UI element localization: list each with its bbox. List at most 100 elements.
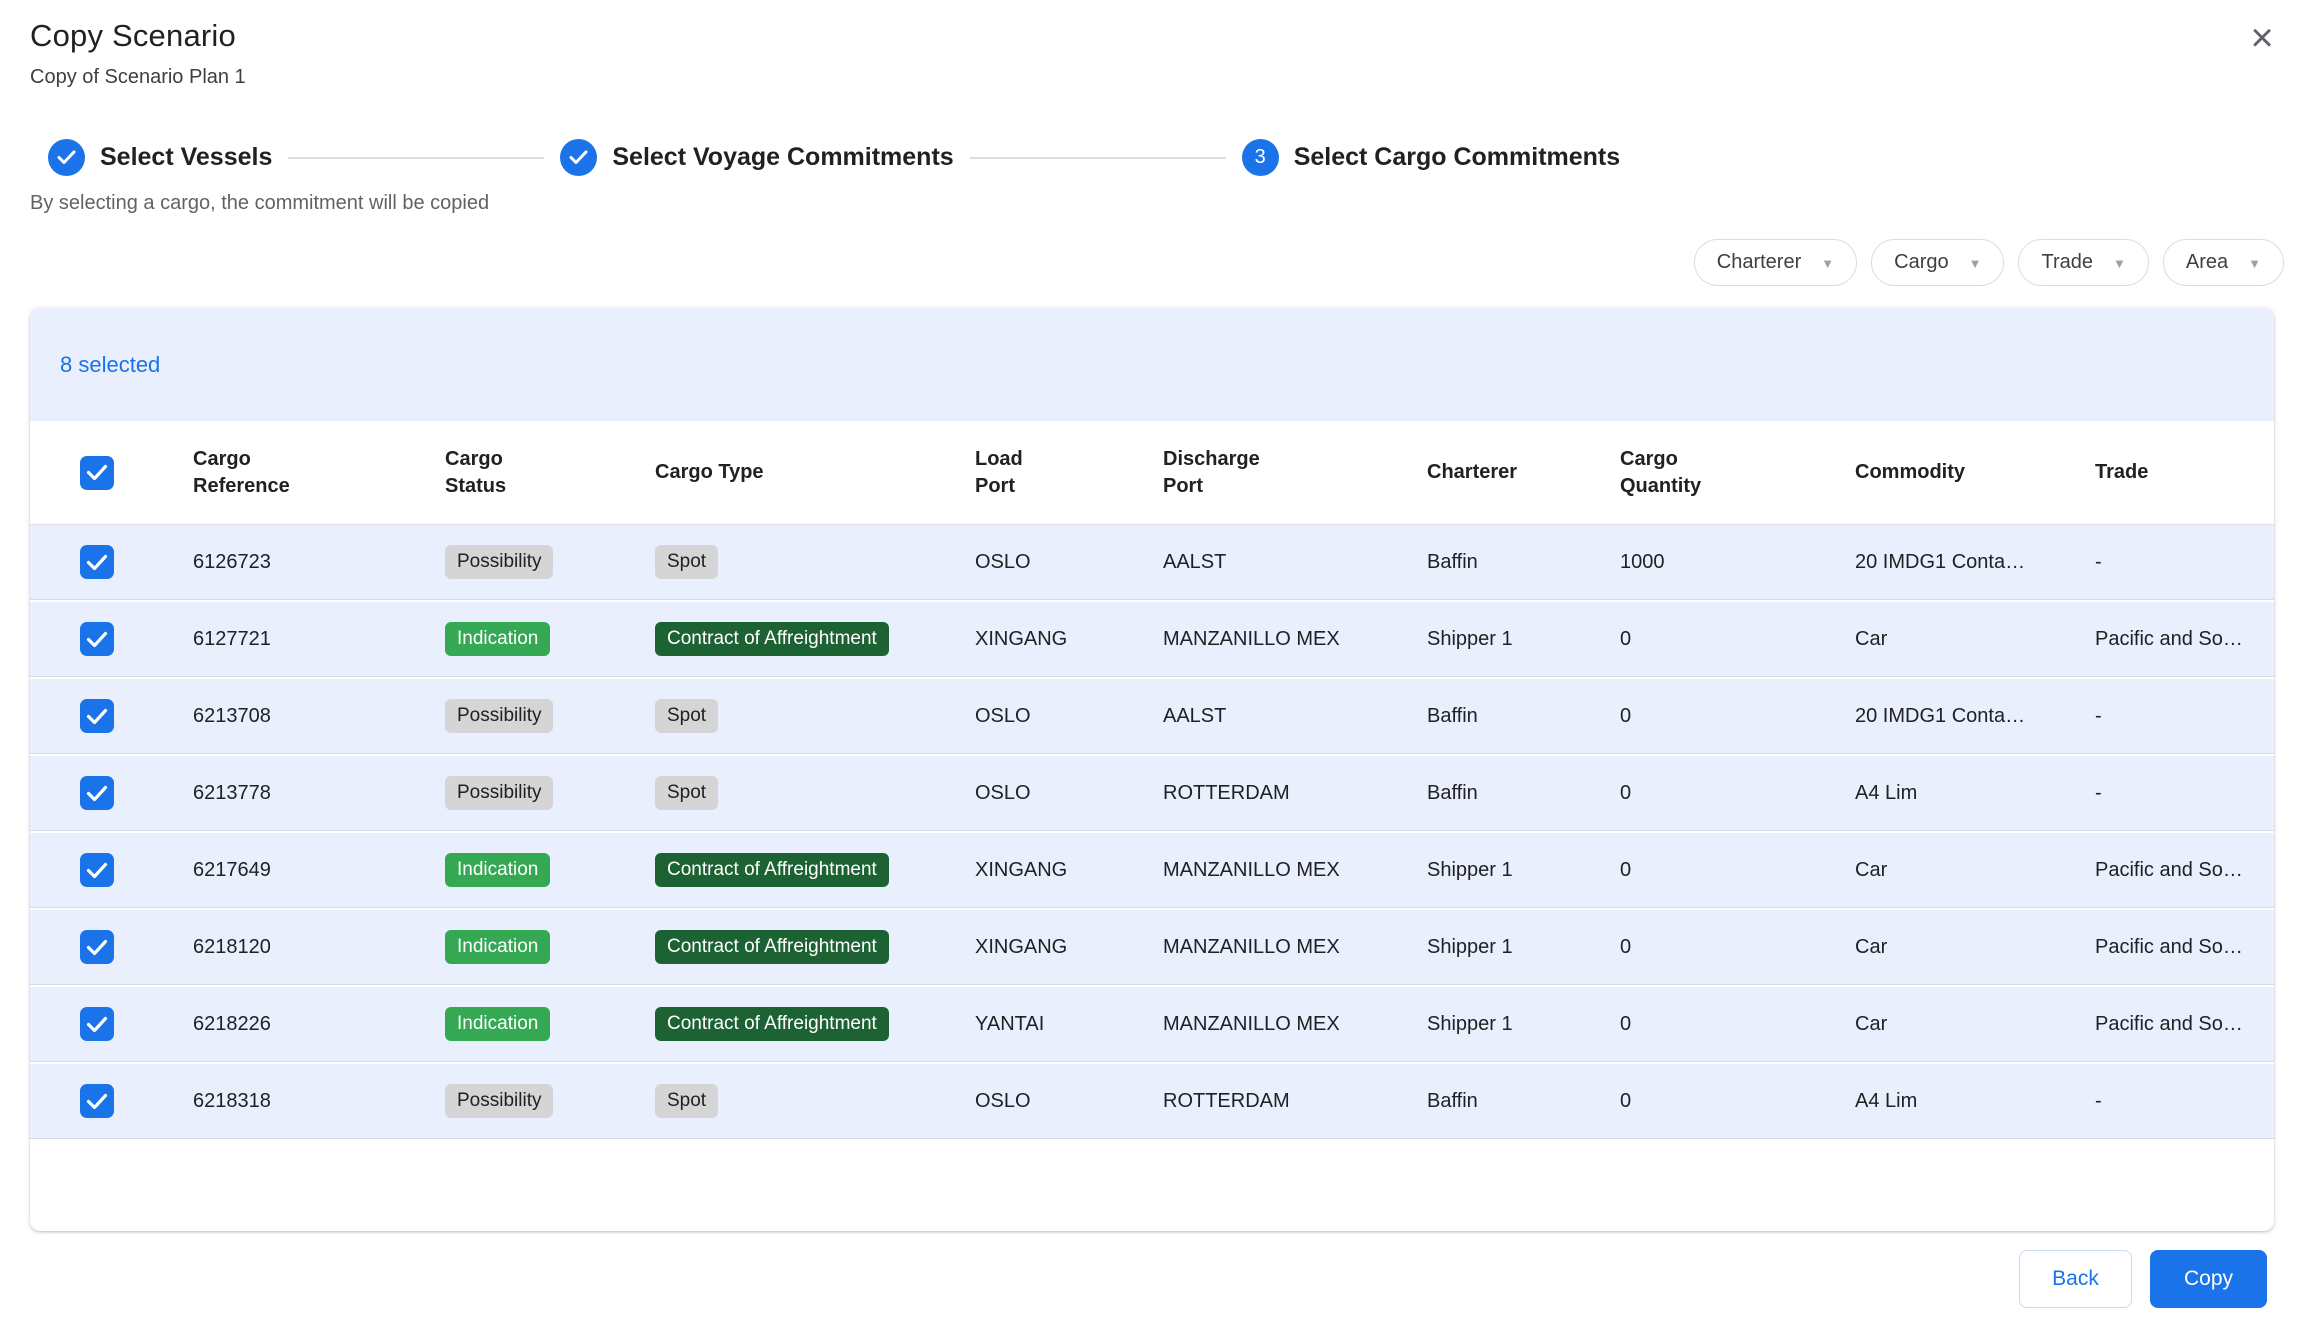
dialog-header: Copy Scenario Copy of Scenario Plan 1 × (0, 0, 2304, 89)
stepper: Select Vessels Select Voyage Commitments… (48, 139, 2304, 176)
row-checkbox-cell (30, 545, 193, 579)
cell-charterer: Shipper 1 (1427, 628, 1620, 651)
step-complete-check-icon (560, 139, 597, 176)
cell-cargo-quantity: 0 (1620, 1013, 1855, 1036)
status-badge: Possibility (445, 699, 553, 734)
back-button[interactable]: Back (2019, 1250, 2132, 1308)
cell-charterer: Baffin (1427, 705, 1620, 728)
status-badge: Possibility (445, 776, 553, 811)
cargo-type-badge: Contract of Affreightment (655, 930, 889, 965)
row-checkbox[interactable] (80, 776, 114, 810)
status-badge: Possibility (445, 545, 553, 580)
table-row[interactable]: 6217649 Indication Contract of Affreight… (30, 833, 2274, 908)
cargo-type-badge: Spot (655, 545, 718, 580)
cell-charterer: Shipper 1 (1427, 1013, 1620, 1036)
filter-area[interactable]: Area ▼ (2163, 239, 2284, 286)
cell-commodity: Car (1855, 1013, 2095, 1036)
column-header-discharge-port: DischargePort (1163, 446, 1427, 500)
cell-trade: - (2095, 705, 2274, 728)
select-all-checkbox[interactable] (80, 456, 114, 490)
chevron-down-icon: ▼ (1969, 256, 1982, 271)
cell-discharge-port: AALST (1163, 705, 1427, 728)
table-body: 6126723 Possibility Spot OSLO AALST Baff… (30, 525, 2274, 1139)
cell-cargo-type: Spot (655, 776, 975, 811)
cell-cargo-status: Possibility (445, 699, 655, 734)
step-number: 3 (1255, 146, 1266, 169)
row-checkbox[interactable] (80, 853, 114, 887)
column-header-cargo-quantity: CargoQuantity (1620, 446, 1855, 500)
row-checkbox[interactable] (80, 1084, 114, 1118)
row-checkbox[interactable] (80, 1007, 114, 1041)
step-label: Select Cargo Commitments (1294, 143, 1620, 172)
filter-label: Area (2186, 251, 2228, 274)
cell-cargo-status: Possibility (445, 1084, 655, 1119)
table-row[interactable]: 6126723 Possibility Spot OSLO AALST Baff… (30, 525, 2274, 600)
table-row[interactable]: 6213708 Possibility Spot OSLO AALST Baff… (30, 679, 2274, 754)
cell-discharge-port: MANZANILLO MEX (1163, 1013, 1427, 1036)
cell-cargo-quantity: 0 (1620, 782, 1855, 805)
cell-cargo-quantity: 1000 (1620, 551, 1855, 574)
cargo-type-badge: Contract of Affreightment (655, 853, 889, 888)
row-checkbox[interactable] (80, 545, 114, 579)
stepper-connector (970, 157, 1226, 159)
cell-cargo-reference: 6213708 (193, 705, 445, 728)
cell-cargo-type: Contract of Affreightment (655, 853, 975, 888)
cell-cargo-type: Spot (655, 545, 975, 580)
cell-cargo-type: Contract of Affreightment (655, 622, 975, 657)
row-checkbox[interactable] (80, 699, 114, 733)
copy-button[interactable]: Copy (2150, 1250, 2267, 1308)
row-checkbox[interactable] (80, 622, 114, 656)
column-header-cargo-status: CargoStatus (445, 446, 655, 500)
stepper-hint: By selecting a cargo, the commitment wil… (30, 192, 2304, 215)
column-header-cargo-type: Cargo Type (655, 459, 975, 486)
cargo-commitments-panel: 8 selected CargoReferenceCargoStatusCarg… (30, 308, 2274, 1231)
cell-cargo-reference: 6127721 (193, 628, 445, 651)
cell-cargo-reference: 6218318 (193, 1090, 445, 1113)
row-checkbox[interactable] (80, 930, 114, 964)
table-row[interactable]: 6213778 Possibility Spot OSLO ROTTERDAM … (30, 756, 2274, 831)
step-select-vessels[interactable]: Select Vessels (48, 139, 272, 176)
row-checkbox-cell (30, 622, 193, 656)
filter-charterer[interactable]: Charterer ▼ (1694, 239, 1857, 286)
table-row[interactable]: 6218318 Possibility Spot OSLO ROTTERDAM … (30, 1064, 2274, 1139)
cell-discharge-port: MANZANILLO MEX (1163, 628, 1427, 651)
cell-discharge-port: ROTTERDAM (1163, 1090, 1427, 1113)
cell-commodity: Car (1855, 859, 2095, 882)
cell-trade: - (2095, 782, 2274, 805)
status-badge: Possibility (445, 1084, 553, 1119)
column-header-cargo-reference: CargoReference (193, 446, 445, 500)
cell-cargo-status: Indication (445, 930, 655, 965)
step-select-cargo-commitments[interactable]: 3 Select Cargo Commitments (1242, 139, 1620, 176)
cell-trade: Pacific and So… (2095, 936, 2274, 959)
filter-trade[interactable]: Trade ▼ (2018, 239, 2148, 286)
selection-count: 8 selected (60, 352, 160, 378)
cell-cargo-quantity: 0 (1620, 1090, 1855, 1113)
step-select-voyage-commitments[interactable]: Select Voyage Commitments (560, 139, 953, 176)
cell-cargo-type: Contract of Affreightment (655, 930, 975, 965)
cell-cargo-reference: 6218226 (193, 1013, 445, 1036)
cell-load-port: OSLO (975, 782, 1163, 805)
cell-cargo-status: Possibility (445, 776, 655, 811)
cell-cargo-quantity: 0 (1620, 936, 1855, 959)
cell-commodity: A4 Lim (1855, 782, 2095, 805)
filter-cargo[interactable]: Cargo ▼ (1871, 239, 2004, 286)
table-row[interactable]: 6127721 Indication Contract of Affreight… (30, 602, 2274, 677)
cell-cargo-type: Spot (655, 699, 975, 734)
table-row[interactable]: 6218226 Indication Contract of Affreight… (30, 987, 2274, 1062)
filter-row: Charterer ▼ Cargo ▼ Trade ▼ Area ▼ (0, 239, 2284, 286)
cell-cargo-quantity: 0 (1620, 859, 1855, 882)
cell-cargo-type: Spot (655, 1084, 975, 1119)
close-icon[interactable]: × (2238, 14, 2286, 62)
table-row[interactable]: 6218120 Indication Contract of Affreight… (30, 910, 2274, 985)
stepper-connector (288, 157, 544, 159)
cargo-type-badge: Contract of Affreightment (655, 622, 889, 657)
dialog-footer: Back Copy (2019, 1250, 2267, 1308)
row-checkbox-cell (30, 776, 193, 810)
chevron-down-icon: ▼ (2248, 256, 2261, 271)
step-label: Select Voyage Commitments (612, 143, 953, 172)
cell-discharge-port: AALST (1163, 551, 1427, 574)
cell-commodity: Car (1855, 628, 2095, 651)
cell-charterer: Baffin (1427, 782, 1620, 805)
dialog-subtitle: Copy of Scenario Plan 1 (30, 66, 2274, 89)
step-complete-check-icon (48, 139, 85, 176)
